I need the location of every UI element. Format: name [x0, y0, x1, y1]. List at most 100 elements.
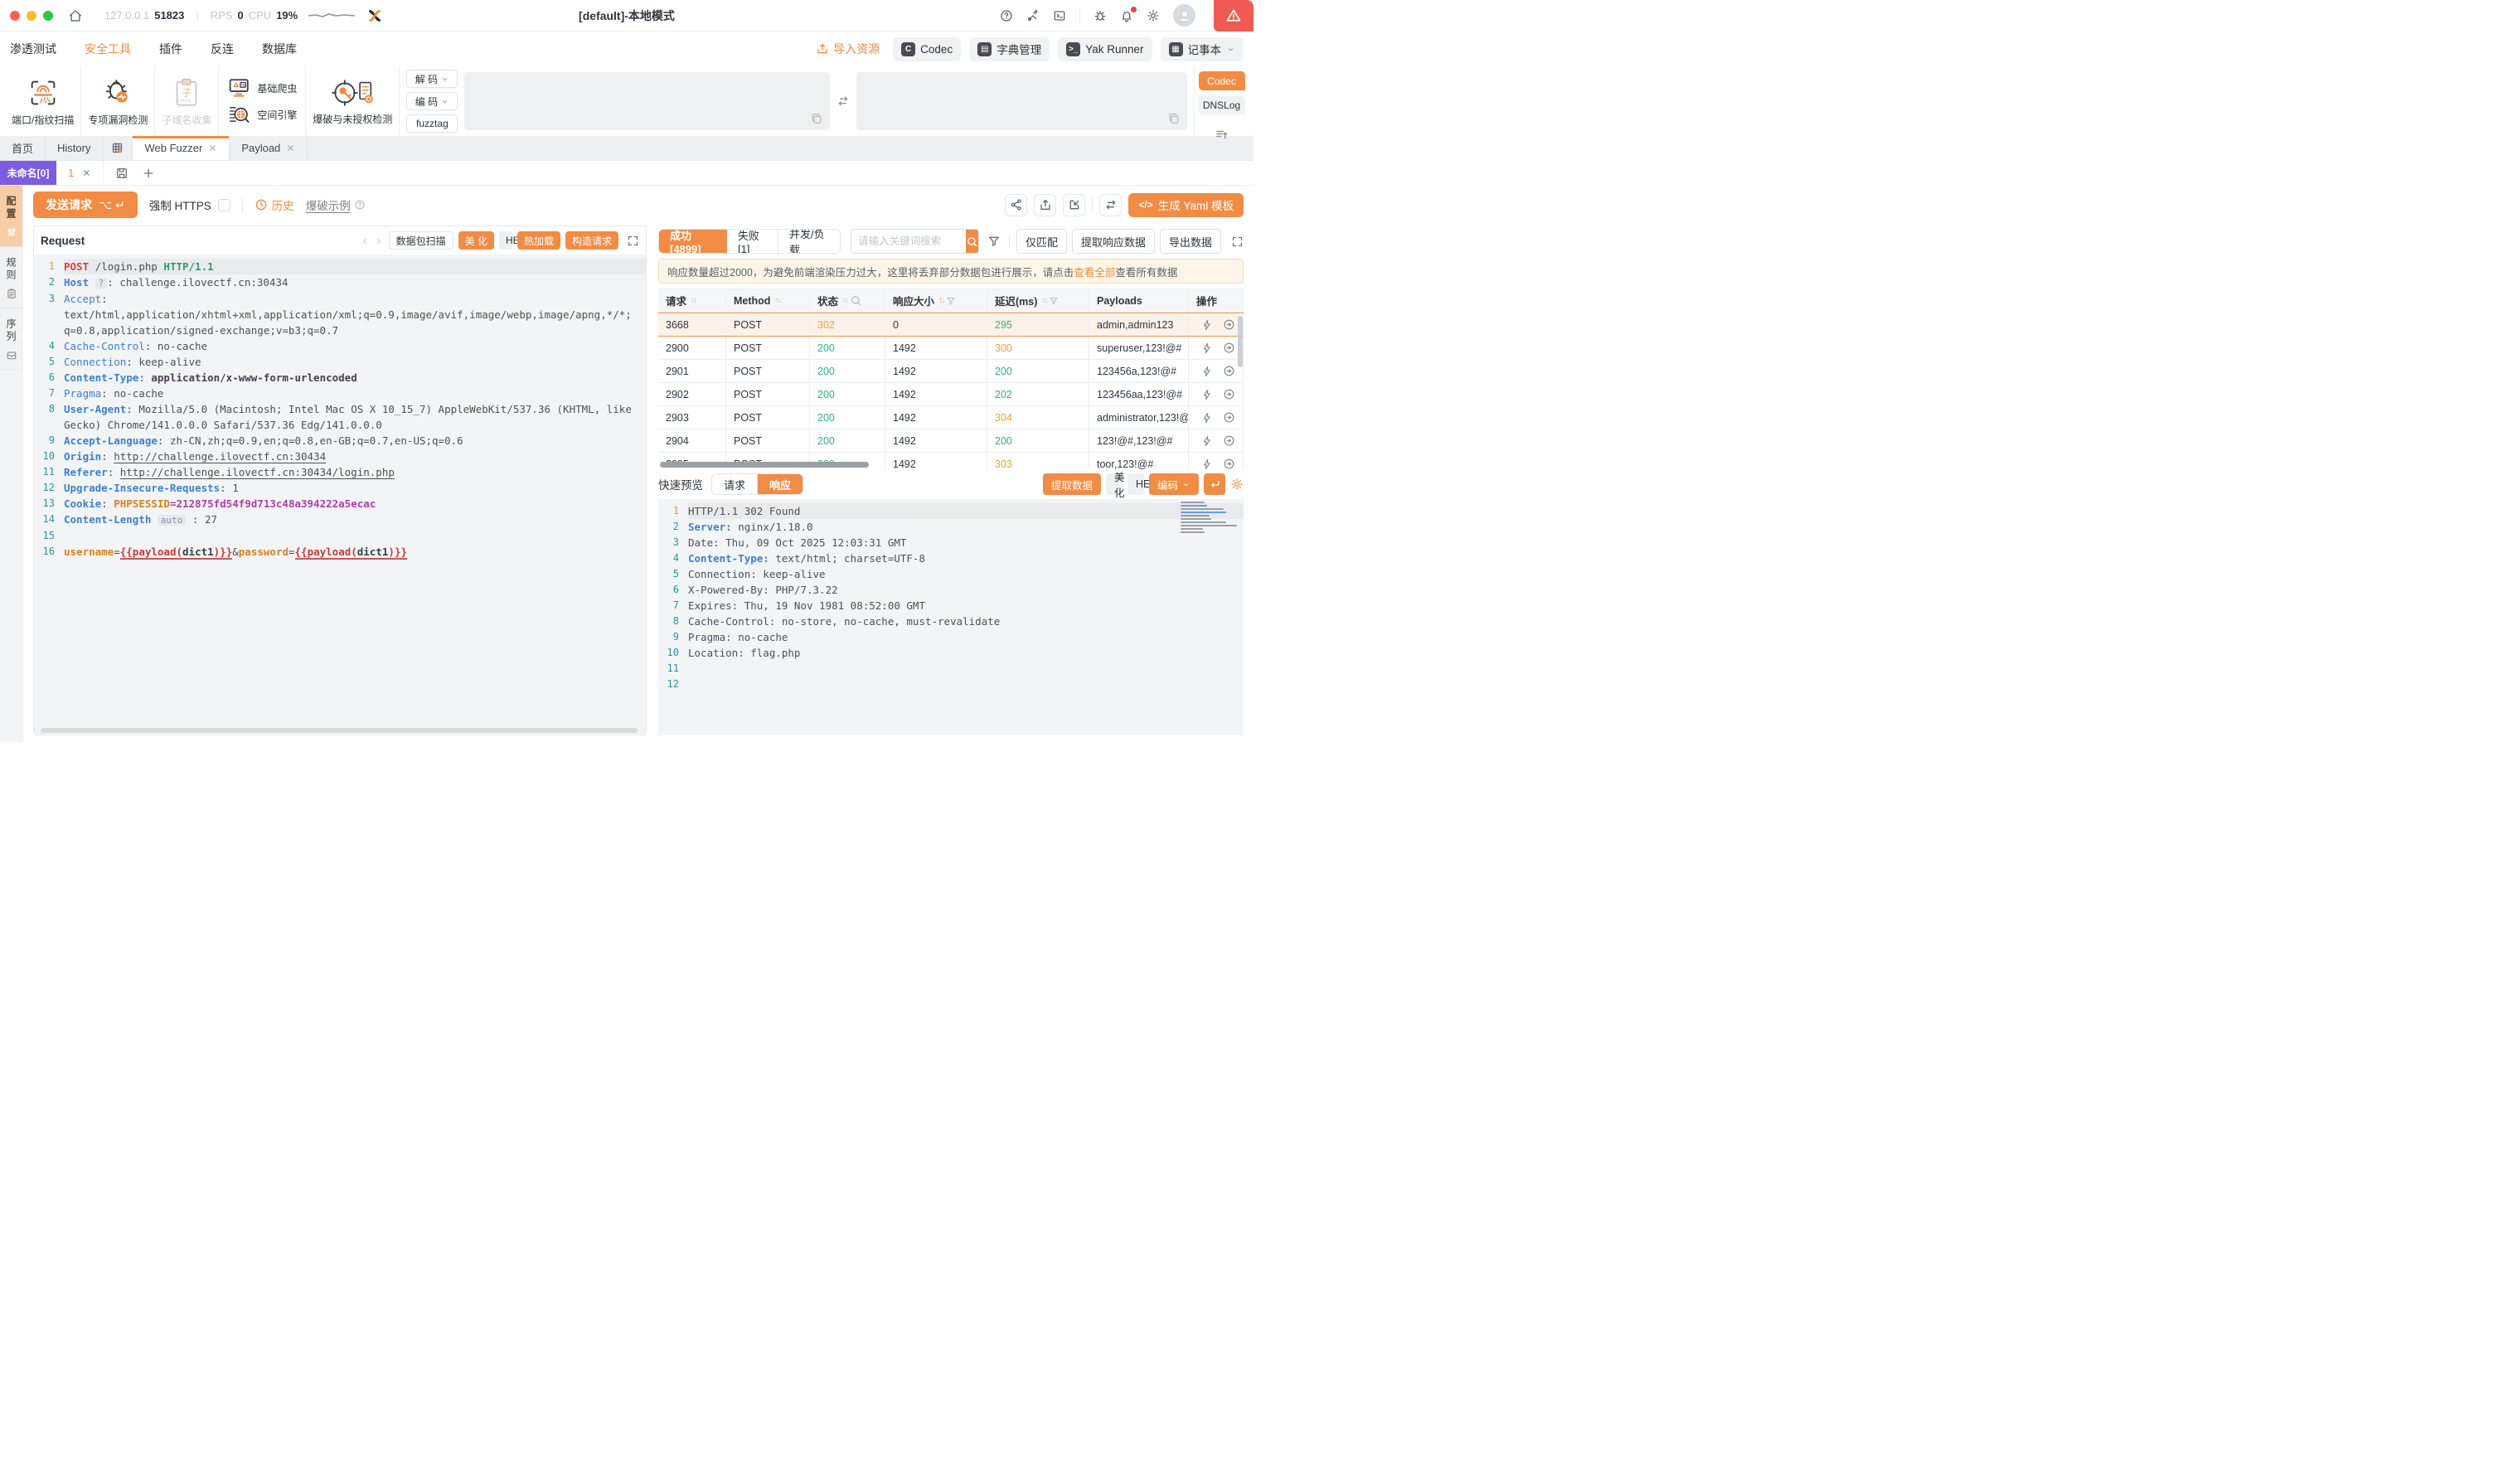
side-nav-config[interactable]: 配置	[0, 186, 22, 247]
close-window-button[interactable]	[10, 11, 20, 21]
tab-payload[interactable]: Payload	[230, 136, 308, 160]
generate-yaml-button[interactable]: </> 生成 Yaml 模板	[1128, 193, 1244, 217]
table-row-3668[interactable]: 3668POST3020295admin,admin123	[658, 313, 1244, 337]
editor-minimap[interactable]	[1181, 502, 1240, 540]
retry-lightning-icon[interactable]	[1196, 458, 1218, 470]
menu-item-security-tools[interactable]: 安全工具	[85, 41, 131, 57]
tool-space-engine[interactable]: 空间引擎	[227, 104, 297, 125]
retry-lightning-icon[interactable]	[1196, 319, 1218, 331]
column-header-1[interactable]: Method↑↓	[726, 289, 810, 312]
vertical-scrollbar[interactable]	[1238, 316, 1243, 367]
swap-icon[interactable]	[836, 95, 850, 108]
filter-funnel-icon[interactable]	[987, 235, 1001, 248]
sort-icons[interactable]: ↑↓	[774, 296, 779, 305]
fullscreen-icon[interactable]	[627, 235, 639, 247]
results-button-extract-response[interactable]: 提取响应数据	[1072, 229, 1155, 254]
side-tab-codec[interactable]: Codec	[1199, 71, 1245, 90]
view-all-link[interactable]: 查看全部	[1074, 264, 1115, 279]
results-tab-failed[interactable]: 失败[1]	[727, 230, 778, 253]
side-nav-sequence[interactable]: 序列	[0, 308, 22, 370]
menu-item-reverse[interactable]: 反连	[211, 41, 234, 57]
column-header-3[interactable]: 响应大小↑↓	[885, 289, 987, 312]
response-editor[interactable]: 1HTTP/1.1 302 Found2Server: nginx/1.18.0…	[658, 499, 1244, 735]
tab-history[interactable]: History	[46, 136, 103, 160]
column-header-4[interactable]: 延迟(ms)↑↓	[987, 289, 1089, 312]
codec-button-fuzztag[interactable]: fuzztag	[406, 114, 458, 133]
table-row-2904[interactable]: 2904POST2001492200123!@#,123!@#	[658, 429, 1244, 453]
wrap-line-button[interactable]	[1204, 473, 1225, 495]
sort-asc-icon[interactable]	[1215, 128, 1229, 143]
sort-icons[interactable]: ↑↓	[842, 296, 847, 305]
column-header-5[interactable]: Payloads	[1089, 289, 1189, 312]
menu-item-database[interactable]: 数据库	[262, 41, 297, 57]
copy-icon[interactable]	[810, 112, 823, 125]
tab-home[interactable]: 首页	[0, 136, 46, 160]
fuzzer-group-badge[interactable]: 未命名[0]	[0, 161, 56, 185]
request-button-packet-scan[interactable]: 数据包扫描	[389, 231, 453, 250]
open-detail-arrow-icon[interactable]	[1218, 458, 1240, 469]
force-https-toggle[interactable]: 强制 HTTPS	[149, 196, 230, 213]
results-button-only-match[interactable]: 仅匹配	[1016, 229, 1067, 254]
search-button[interactable]	[966, 230, 978, 253]
save-icon[interactable]	[115, 167, 129, 180]
menubar-button-dict-manage[interactable]: ▤字典管理	[969, 37, 1050, 61]
home-icon[interactable]	[68, 8, 83, 23]
open-detail-arrow-icon[interactable]	[1218, 342, 1240, 354]
request-button-hex[interactable]: HEX	[499, 231, 512, 250]
table-row-2903[interactable]: 2903POST2001492304administrator,123!@#	[658, 406, 1244, 429]
open-detail-arrow-icon[interactable]	[1218, 365, 1240, 377]
tab-web-fuzzer[interactable]: Web Fuzzer	[133, 136, 230, 160]
codec-output-area[interactable]	[856, 72, 1187, 130]
results-button-export-data[interactable]: 导出数据	[1160, 229, 1221, 254]
brute-example-link[interactable]: 爆破示例	[306, 196, 366, 213]
history-link[interactable]: 历史	[255, 196, 294, 213]
settings-gear-icon[interactable]	[1147, 9, 1160, 22]
open-detail-arrow-icon[interactable]	[1218, 434, 1240, 447]
minimize-window-button[interactable]	[27, 11, 36, 21]
console-icon[interactable]	[1053, 9, 1066, 22]
import-button[interactable]	[1063, 194, 1085, 216]
side-nav-rules[interactable]: 规则	[0, 247, 22, 308]
table-row-2902[interactable]: 2902POST2001492202123456aa,123!@#	[658, 383, 1244, 406]
bug-report-icon[interactable]	[1093, 9, 1107, 22]
sort-icons[interactable]: ↑↓	[938, 296, 943, 305]
help-icon[interactable]	[1000, 9, 1013, 22]
column-header-2[interactable]: 状态↑↓	[810, 289, 885, 312]
prev-arrow-icon[interactable]: ‹	[361, 234, 370, 248]
column-header-0[interactable]: 请求↑↓	[658, 289, 726, 312]
search-input[interactable]	[851, 230, 966, 253]
codec-input-area[interactable]	[464, 72, 830, 130]
side-tab-dnslog[interactable]: DNSLog	[1199, 95, 1245, 114]
preview-button-hex[interactable]: HEX	[1127, 473, 1144, 495]
share-button[interactable]	[1005, 194, 1027, 216]
menubar-button-codec[interactable]: CCodec	[893, 37, 961, 61]
request-editor[interactable]: 1POST /login.php HTTP/1.12Host ?: challe…	[34, 255, 646, 735]
request-button-build-request[interactable]: 构造请求	[565, 231, 618, 250]
close-icon[interactable]	[208, 143, 217, 153]
retry-lightning-icon[interactable]	[1196, 389, 1218, 400]
preview-tab-response[interactable]: 响应	[758, 474, 803, 494]
request-button-hot-reload[interactable]: 热加载	[517, 231, 560, 250]
menubar-button-notepad[interactable]: ▦记事本	[1161, 37, 1244, 61]
search-icon[interactable]	[850, 294, 862, 307]
menu-item-pentest[interactable]: 渗透测试	[10, 41, 56, 57]
horizontal-scrollbar[interactable]	[41, 728, 638, 733]
add-tab-plus-icon[interactable]	[142, 167, 155, 180]
window-controls[interactable]	[10, 11, 53, 21]
retry-lightning-icon[interactable]	[1196, 435, 1218, 447]
table-row-2900[interactable]: 2900POST2001492300superuser,123!@#	[658, 337, 1244, 360]
switch-button[interactable]	[1099, 194, 1122, 216]
close-icon[interactable]	[286, 143, 295, 153]
menu-item-plugins[interactable]: 插件	[159, 41, 182, 57]
retry-lightning-icon[interactable]	[1196, 366, 1218, 377]
tool-port-scan[interactable]: 端口/指纹扫描	[5, 66, 81, 136]
sort-icons[interactable]: ↑↓	[1041, 296, 1046, 305]
codec-button-encode[interactable]: 编 码	[406, 92, 458, 110]
open-detail-arrow-icon[interactable]	[1218, 411, 1240, 424]
sort-icons[interactable]: ↑↓	[691, 296, 696, 305]
maximize-window-button[interactable]	[43, 11, 53, 21]
tool-vuln-scan[interactable]: 专项漏洞检测	[81, 66, 155, 136]
open-detail-arrow-icon[interactable]	[1218, 318, 1240, 331]
request-button-beautify[interactable]: 美 化	[458, 231, 494, 250]
retry-lightning-icon[interactable]	[1196, 342, 1218, 354]
